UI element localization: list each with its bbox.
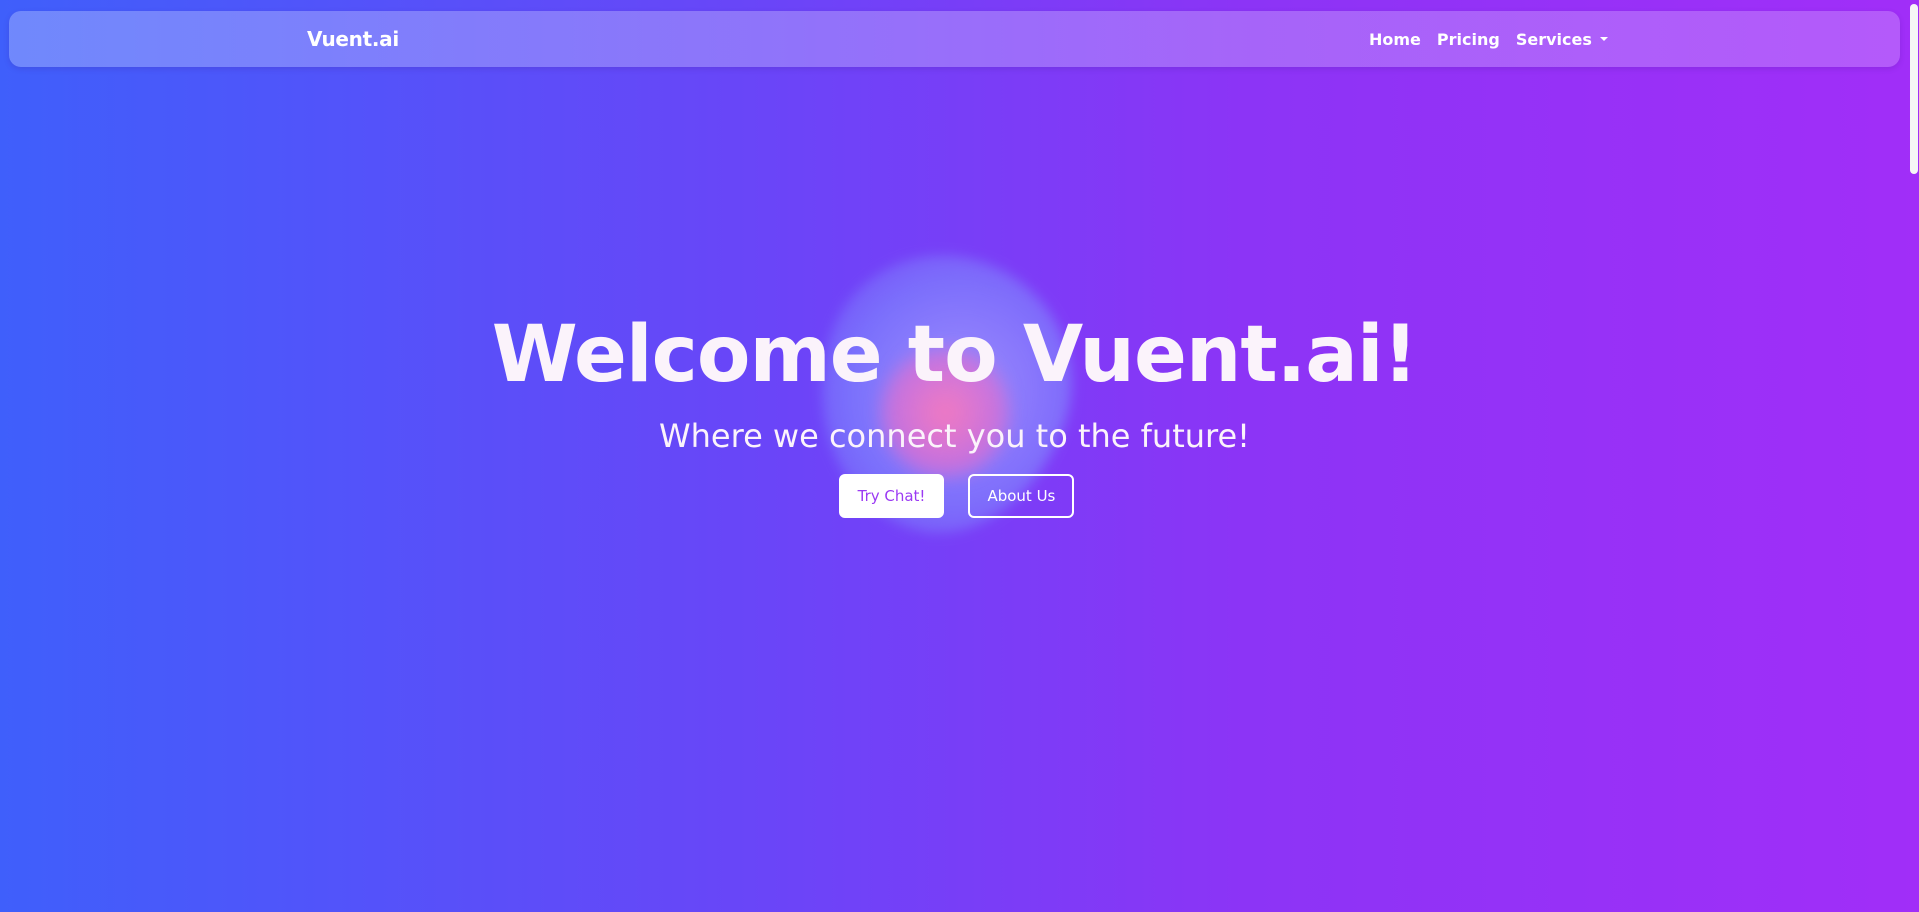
hero-title: Welcome to Vuent.ai!	[491, 310, 1418, 400]
navbar: Vuent.ai Home Pricing Services	[9, 11, 1900, 67]
scrollbar-thumb[interactable]	[1910, 4, 1918, 174]
hero-actions: Try Chat! About Us	[0, 474, 1909, 518]
nav-link-home[interactable]: Home	[1369, 30, 1421, 49]
chevron-down-icon	[1599, 37, 1608, 41]
nav-link-services-label: Services	[1515, 29, 1592, 49]
about-us-button[interactable]: About Us	[968, 474, 1075, 518]
hero-section: Welcome to Vuent.ai! Where we connect yo…	[0, 300, 1909, 518]
brand-logo[interactable]: Vuent.ai	[307, 11, 399, 67]
hero-subtitle: Where we connect you to the future!	[659, 417, 1250, 455]
nav-link-services[interactable]: Services	[1516, 30, 1608, 49]
try-chat-button[interactable]: Try Chat!	[838, 474, 945, 518]
nav-link-pricing[interactable]: Pricing	[1437, 30, 1500, 49]
page-scrollbar[interactable]	[1909, 0, 1919, 912]
nav-links: Home Pricing Services	[1369, 11, 1608, 67]
